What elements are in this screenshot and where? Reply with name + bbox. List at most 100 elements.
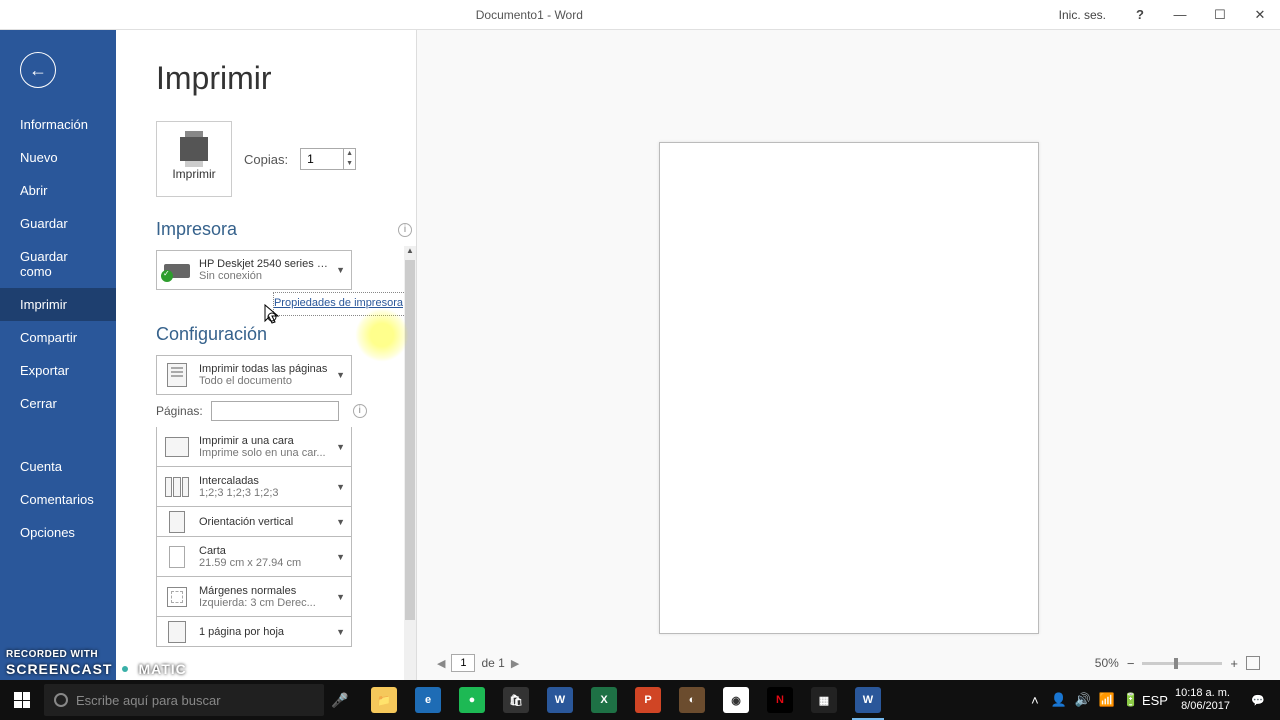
taskbar-app-word[interactable]: W (540, 680, 580, 720)
pages-per-sheet-dropdown[interactable]: 1 página por hoja ▼ (156, 617, 352, 647)
fit-page-button[interactable] (1246, 656, 1260, 670)
sidebar-item-cerrar[interactable]: Cerrar (0, 387, 116, 420)
minimize-button[interactable]: — (1164, 1, 1196, 29)
copies-up[interactable]: ▲ (343, 149, 355, 159)
printer-status: Sin conexión (199, 270, 328, 282)
sidebar-item-opciones[interactable]: Opciones (0, 516, 116, 549)
sheet-icon (168, 621, 186, 643)
copies-label: Copias: (244, 152, 288, 167)
document-title: Documento1 - Word (0, 8, 1059, 22)
margins-icon (167, 587, 187, 607)
taskbar-app-generic2[interactable]: ▦ (804, 680, 844, 720)
search-icon (54, 693, 68, 707)
copies-input[interactable]: 1 ▲ ▼ (300, 148, 356, 170)
prev-page-button[interactable]: ◀ (437, 657, 445, 670)
document-icon (167, 363, 187, 387)
sidebar-item-guardar[interactable]: Guardar (0, 207, 116, 240)
start-button[interactable] (0, 680, 44, 720)
tray-wifi-icon[interactable]: 📶 (1097, 680, 1117, 720)
sidebar-item-exportar[interactable]: Exportar (0, 354, 116, 387)
chevron-down-icon: ▼ (336, 517, 345, 527)
printer-icon (180, 137, 208, 161)
tray-clock[interactable]: 10:18 a. m. 8/06/2017 (1169, 687, 1236, 713)
chevron-down-icon: ▼ (336, 370, 345, 380)
taskbar-app-netflix[interactable]: N (760, 680, 800, 720)
copies-value: 1 (301, 152, 343, 166)
tray-chevron-up-icon[interactable]: ˄ (1025, 680, 1045, 720)
page-title: Imprimir (156, 60, 406, 97)
sidebar-item-información[interactable]: Información (0, 108, 116, 141)
zoom-in-button[interactable]: + (1230, 656, 1238, 671)
taskbar-app-excel[interactable]: X (584, 680, 624, 720)
pages-info-icon[interactable]: i (353, 404, 367, 418)
sidebar-item-cuenta[interactable]: Cuenta (0, 450, 116, 483)
config-section-title: Configuración (156, 324, 406, 345)
paper-icon (169, 546, 185, 568)
preview-panel: ◀ de 1 ▶ 50% − + (416, 30, 1280, 680)
printer-properties-link[interactable]: Propiedades de impresora (273, 292, 406, 316)
chevron-down-icon: ▼ (336, 442, 345, 452)
sides-dropdown[interactable]: Imprimir a una cara Imprime solo en una … (156, 427, 352, 467)
back-arrow-icon: ← (29, 60, 47, 81)
taskbar-app-explorer[interactable]: 📁 (364, 680, 404, 720)
sidebar-item-abrir[interactable]: Abrir (0, 174, 116, 207)
orientation-icon (169, 511, 185, 533)
sidebar-item-comentarios[interactable]: Comentarios (0, 483, 116, 516)
zoom-label: 50% (1095, 656, 1119, 670)
maximize-button[interactable]: ☐ (1204, 1, 1236, 29)
sidebar-item-compartir[interactable]: Compartir (0, 321, 116, 354)
printer-section-title: Impresora (156, 219, 237, 240)
taskbar-app-generic1[interactable]: ◐ (672, 680, 712, 720)
sidebar: ← InformaciónNuevoAbrirGuardarGuardar co… (0, 30, 116, 680)
print-panel: Imprimir Imprimir Copias: 1 ▲ ▼ (116, 30, 416, 680)
copies-down[interactable]: ▼ (343, 159, 355, 169)
sidebar-item-nuevo[interactable]: Nuevo (0, 141, 116, 174)
taskbar-app-store[interactable]: 🛍 (496, 680, 536, 720)
page-number-input[interactable] (451, 654, 475, 672)
tray-volume-icon[interactable]: 🔊 (1073, 680, 1093, 720)
scroll-up[interactable]: ▲ (405, 246, 415, 258)
search-placeholder: Escribe aquí para buscar (76, 693, 221, 708)
collate-icon (165, 477, 189, 497)
windows-icon (14, 692, 30, 708)
back-button[interactable]: ← (20, 52, 56, 88)
sidebar-item-imprimir[interactable]: Imprimir (0, 288, 116, 321)
margins-dropdown[interactable]: Márgenes normales Izquierda: 3 cm Derec.… (156, 577, 352, 617)
printer-info-icon[interactable]: i (398, 223, 412, 237)
cortana-mic-icon[interactable]: 🎤 (324, 680, 356, 720)
chevron-down-icon: ▼ (336, 627, 345, 637)
zoom-out-button[interactable]: − (1127, 656, 1135, 671)
signin-link[interactable]: Inic. ses. (1059, 8, 1106, 22)
close-button[interactable]: ✕ (1244, 1, 1276, 29)
tray-people-icon[interactable]: 👤 (1049, 680, 1069, 720)
taskbar-app-spotify[interactable]: ● (452, 680, 492, 720)
paper-dropdown[interactable]: Carta 21.59 cm x 27.94 cm ▼ (156, 537, 352, 577)
help-button[interactable]: ? (1124, 1, 1156, 29)
scroll-thumb[interactable] (405, 260, 415, 620)
titlebar: Documento1 - Word Inic. ses. ? — ☐ ✕ (0, 0, 1280, 30)
print-scope-dropdown[interactable]: Imprimir todas las páginas Todo el docum… (156, 355, 352, 395)
sidebar-item-guardar-como[interactable]: Guardar como (0, 240, 116, 288)
taskbar-app-edge[interactable]: e (408, 680, 448, 720)
taskbar-search[interactable]: Escribe aquí para buscar (44, 684, 324, 716)
next-page-button[interactable]: ▶ (511, 657, 519, 670)
chevron-down-icon: ▼ (336, 592, 345, 602)
panel-scrollbar[interactable]: ▲ ▼ (404, 246, 416, 706)
zoom-slider[interactable] (1142, 662, 1222, 665)
tray-notifications-icon[interactable]: 💬 (1240, 680, 1276, 720)
orientation-dropdown[interactable]: Orientación vertical ▼ (156, 507, 352, 537)
pages-input[interactable] (211, 401, 339, 421)
taskbar-app-chrome[interactable]: ◉ (716, 680, 756, 720)
taskbar-app-powerpoint[interactable]: P (628, 680, 668, 720)
print-button[interactable]: Imprimir (156, 121, 232, 197)
collate-dropdown[interactable]: Intercaladas 1;2;3 1;2;3 1;2;3 ▼ (156, 467, 352, 507)
printer-dropdown[interactable]: HP Deskjet 2540 series (R... Sin conexió… (156, 250, 352, 290)
taskbar: Escribe aquí para buscar 🎤 📁 e ● 🛍 W X P… (0, 680, 1280, 720)
chevron-down-icon: ▼ (336, 552, 345, 562)
taskbar-app-word-active[interactable]: W (848, 680, 888, 720)
printer-status-icon (164, 260, 190, 280)
watermark: RECORDED WITH SCREENCASTMATIC (6, 649, 187, 678)
tray-battery-icon[interactable]: 🔋 (1121, 680, 1141, 720)
tray-lang[interactable]: ESP (1145, 680, 1165, 720)
print-button-label: Imprimir (172, 167, 215, 181)
